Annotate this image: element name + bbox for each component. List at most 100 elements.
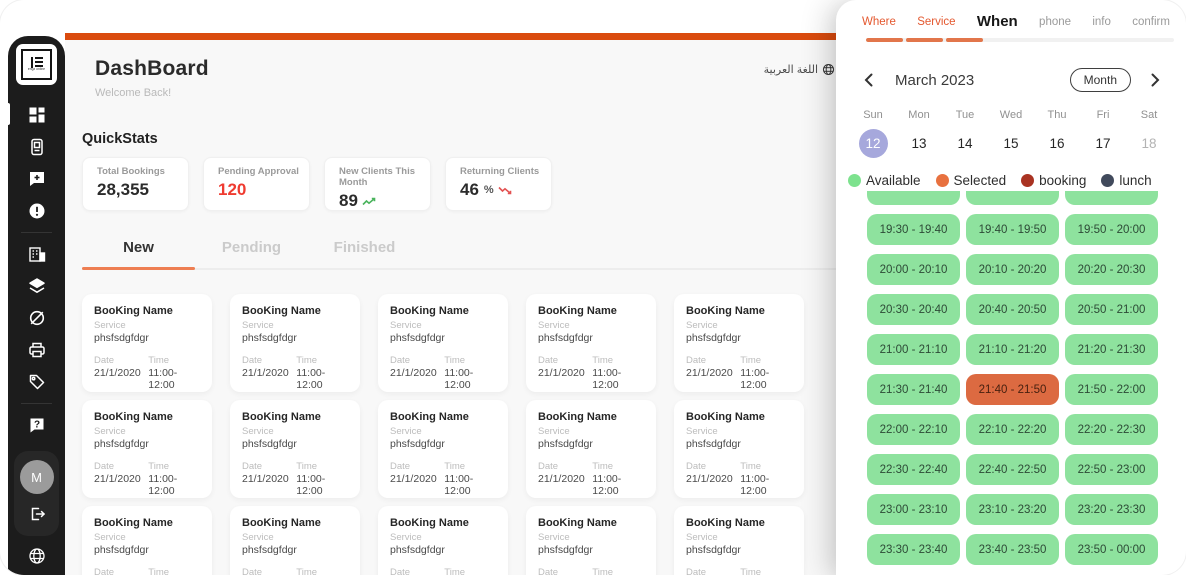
booking-card[interactable]: BooKing Name Service phsfsdgfdgr Date 21… xyxy=(674,506,804,575)
logout-button[interactable] xyxy=(28,502,46,526)
sidebar-item-alerts[interactable] xyxy=(8,195,65,227)
tab-new[interactable]: New xyxy=(82,239,195,268)
prev-month-button[interactable] xyxy=(862,71,875,89)
time-label: Time xyxy=(296,461,348,472)
calendar-day-selected[interactable]: 12 xyxy=(850,128,896,158)
dashboard-grid-icon xyxy=(28,106,46,124)
booking-card[interactable]: BooKing Name Service phsfsdgfdgr Date 21… xyxy=(230,506,360,575)
time-label: Time xyxy=(740,567,792,575)
time-value: 11:00-12:00 xyxy=(148,367,200,391)
sidebar-account-section: M xyxy=(14,451,59,536)
language-button[interactable] xyxy=(28,542,46,570)
time-slot[interactable]: 21:20 - 21:30 xyxy=(1065,334,1158,365)
sidebar-item-services[interactable] xyxy=(8,270,65,302)
time-slot[interactable]: 22:10 - 22:20 xyxy=(966,414,1059,445)
booking-card[interactable]: BooKing Name Service phsfsdgfdgr Date 21… xyxy=(82,506,212,575)
next-month-button[interactable] xyxy=(1149,71,1162,89)
time-slot[interactable]: 22:00 - 22:10 xyxy=(867,414,960,445)
calendar-day[interactable]: 13 xyxy=(896,128,942,158)
booking-card[interactable]: BooKing Name Service phsfsdgfdgr Date 21… xyxy=(82,400,212,498)
step-phone[interactable]: phone xyxy=(1039,16,1071,28)
month-view-button[interactable]: Month xyxy=(1070,68,1131,92)
time-slot[interactable]: 20:50 - 21:00 xyxy=(1065,294,1158,325)
calendar-day[interactable]: 14 xyxy=(942,128,988,158)
alert-icon xyxy=(28,202,46,220)
booking-card[interactable]: BooKing Name Service phsfsdgfdgr Date 21… xyxy=(378,506,508,575)
time-slot[interactable]: 20:40 - 20:50 xyxy=(966,294,1059,325)
sidebar-item-dashboard[interactable] xyxy=(8,99,65,131)
time-slot[interactable]: 20:30 - 20:40 xyxy=(867,294,960,325)
app-logo[interactable]: engz online xyxy=(16,44,57,85)
step-where[interactable]: Where xyxy=(862,16,896,28)
booking-card[interactable]: BooKing Name Service phsfsdgfdgr Date 21… xyxy=(378,294,508,392)
tab-finished[interactable]: Finished xyxy=(308,239,421,268)
service-value: phsfsdgfdgr xyxy=(94,332,200,344)
service-value: phsfsdgfdgr xyxy=(538,544,644,556)
time-slot[interactable]: 19:30 - 19:40 xyxy=(867,214,960,245)
time-label: Time xyxy=(296,355,348,366)
booking-card[interactable]: BooKing Name Service phsfsdgfdgr Date 21… xyxy=(378,400,508,498)
language-selector[interactable]: اللغة العربية xyxy=(735,63,835,76)
help-icon: ? xyxy=(28,416,46,434)
step-when[interactable]: When xyxy=(977,13,1018,30)
booking-card[interactable]: BooKing Name Service phsfsdgfdgr Date 21… xyxy=(674,400,804,498)
time-slot[interactable] xyxy=(1065,191,1158,205)
time-slot[interactable]: 20:20 - 20:30 xyxy=(1065,254,1158,285)
calendar-day-muted[interactable]: 18 xyxy=(1126,128,1172,158)
booking-card[interactable]: BooKing Name Service phsfsdgfdgr Date 21… xyxy=(230,400,360,498)
time-slot[interactable]: 19:50 - 20:00 xyxy=(1065,214,1158,245)
weekday-label: Mon xyxy=(896,109,942,121)
wizard-progress-bar xyxy=(866,38,1174,42)
sync-icon xyxy=(28,309,46,327)
time-slot[interactable]: 23:30 - 23:40 xyxy=(867,534,960,565)
calendar-day[interactable]: 15 xyxy=(988,128,1034,158)
sidebar-item-printing[interactable] xyxy=(8,334,65,366)
trend-up-icon xyxy=(362,197,376,206)
service-label: Service xyxy=(390,532,496,543)
time-slot[interactable]: 20:00 - 20:10 xyxy=(867,254,960,285)
step-info[interactable]: info xyxy=(1092,16,1111,28)
step-service[interactable]: Service xyxy=(917,16,955,28)
time-slot[interactable] xyxy=(966,191,1059,205)
time-slot[interactable]: 23:40 - 23:50 xyxy=(966,534,1059,565)
booking-card[interactable]: BooKing Name Service phsfsdgfdgr Date 21… xyxy=(526,294,656,392)
time-slot[interactable]: 22:40 - 22:50 xyxy=(966,454,1059,485)
service-label: Service xyxy=(686,532,792,543)
booking-card[interactable]: BooKing Name Service phsfsdgfdgr Date 21… xyxy=(674,294,804,392)
booking-card[interactable]: BooKing Name Service phsfsdgfdgr Date 21… xyxy=(82,294,212,392)
time-slot[interactable]: 21:00 - 21:10 xyxy=(867,334,960,365)
booking-card[interactable]: BooKing Name Service phsfsdgfdgr Date 21… xyxy=(526,506,656,575)
sidebar-item-company[interactable] xyxy=(8,238,65,270)
time-slot[interactable]: 23:00 - 23:10 xyxy=(867,494,960,525)
booking-wizard-panel: Where Service When phone info confirm Ma… xyxy=(836,0,1186,575)
stat-card-new-clients: New Clients This Month 89 xyxy=(324,157,431,211)
time-slot[interactable]: 23:10 - 23:20 xyxy=(966,494,1059,525)
time-slot[interactable]: 23:50 - 00:00 xyxy=(1065,534,1158,565)
sidebar-item-sync[interactable] xyxy=(8,302,65,334)
app-window: engz online xyxy=(0,0,1186,575)
sidebar-item-messages[interactable] xyxy=(8,163,65,195)
lunch-dot-icon xyxy=(1101,174,1114,187)
step-confirm[interactable]: confirm xyxy=(1132,16,1170,28)
time-slot[interactable]: 19:40 - 19:50 xyxy=(966,214,1059,245)
sidebar-item-tags[interactable] xyxy=(8,366,65,398)
time-slot[interactable] xyxy=(867,191,960,205)
tab-pending[interactable]: Pending xyxy=(195,239,308,268)
time-slot[interactable]: 23:20 - 23:30 xyxy=(1065,494,1158,525)
time-slot[interactable]: 22:30 - 22:40 xyxy=(867,454,960,485)
calendar-day[interactable]: 17 xyxy=(1080,128,1126,158)
sidebar-item-help[interactable]: ? xyxy=(8,409,65,441)
booking-card[interactable]: BooKing Name Service phsfsdgfdgr Date 21… xyxy=(230,294,360,392)
time-slot[interactable]: 21:30 - 21:40 xyxy=(867,374,960,405)
time-slot[interactable]: 21:10 - 21:20 xyxy=(966,334,1059,365)
calendar-day[interactable]: 16 xyxy=(1034,128,1080,158)
legend-lunch: lunch xyxy=(1101,173,1151,188)
booking-card[interactable]: BooKing Name Service phsfsdgfdgr Date 21… xyxy=(526,400,656,498)
time-slot[interactable]: 20:10 - 20:20 xyxy=(966,254,1059,285)
avatar[interactable]: M xyxy=(20,460,54,494)
time-slot[interactable]: 22:50 - 23:00 xyxy=(1065,454,1158,485)
sidebar-item-bookings[interactable] xyxy=(8,131,65,163)
time-slot[interactable]: 21:50 - 22:00 xyxy=(1065,374,1158,405)
time-slot-selected[interactable]: 21:40 - 21:50 xyxy=(966,374,1059,405)
time-slot[interactable]: 22:20 - 22:30 xyxy=(1065,414,1158,445)
